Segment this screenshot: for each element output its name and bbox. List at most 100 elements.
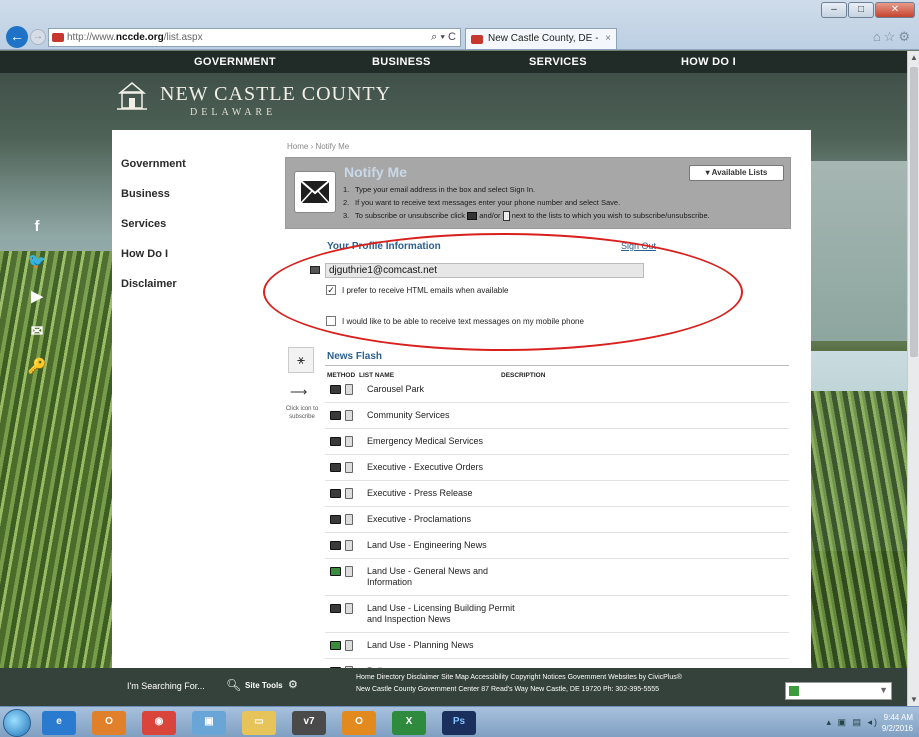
nav-services[interactable]: SERVICES [529,56,587,68]
scroll-up-icon[interactable]: ▲ [910,53,918,62]
leftnav-disclaimer[interactable]: Disclaimer [121,278,186,290]
tab-close-icon[interactable]: × [605,29,611,49]
email-subscribe-icon[interactable] [330,541,341,550]
scroll-down-icon[interactable]: ▼ [910,695,918,704]
key-icon[interactable]: 🔑 [28,358,47,376]
email-method-icon [467,212,478,221]
start-button[interactable] [3,709,31,737]
leftnav-services[interactable]: Services [121,218,186,230]
leftnav-how-do-i[interactable]: How Do I [121,248,186,260]
notify-title: Notify Me [344,164,407,180]
email-subscribe-icon[interactable] [330,641,341,650]
step-3c: next to the lists to which you wish to s… [511,211,710,220]
sms-subscribe-icon[interactable] [345,514,353,525]
folder-taskbar-icon[interactable]: ▭ [242,711,276,735]
minimize-button[interactable]: – [821,2,847,18]
breadcrumb[interactable]: Home › Notify Me [287,142,349,151]
list-item: Emergency Medical Services [325,429,789,455]
close-window-button[interactable]: ✕ [875,2,915,18]
nav-government[interactable]: GOVERNMENT [194,56,276,68]
back-button[interactable]: ← [6,26,28,48]
footer-links[interactable]: Home Directory Disclaimer Site Map Acces… [356,674,682,681]
list-name[interactable]: Executive - Press Release [367,488,532,499]
list-name[interactable]: Executive - Executive Orders [367,462,532,473]
search-icon[interactable]: 🔍︎ [226,678,241,692]
email-subscribe-icon[interactable] [330,515,341,524]
sms-subscribe-icon[interactable] [345,566,353,577]
sms-subscribe-icon[interactable] [345,603,353,614]
url-domain: nccde.org [115,32,164,43]
address-bar[interactable]: http://www.nccde.org/list.aspx ⌕ ▾ C [48,28,461,47]
email-icon[interactable]: ✉ [31,323,44,341]
gear-icon[interactable]: ⚙ [288,678,298,691]
search-refresh-controls[interactable]: ⌕ ▾ C [431,29,456,46]
v7-taskbar-icon[interactable]: v7 [292,711,326,735]
sms-subscribe-icon[interactable] [345,462,353,473]
nav-how-do-i[interactable]: HOW DO I [681,56,736,68]
list-name[interactable]: Executive - Proclamations [367,514,532,525]
site-tools-button[interactable]: Site Tools [245,681,283,690]
forward-button[interactable]: → [30,29,46,45]
chrome-taskbar-icon[interactable]: ◉ [142,711,176,735]
scroll-thumb[interactable] [910,67,918,357]
red-annotation-oval [263,233,743,351]
sms-subscribe-icon[interactable] [345,410,353,421]
email-subscribe-icon[interactable] [330,385,341,394]
leftnav-business[interactable]: Business [121,188,186,200]
list-name[interactable]: Carousel Park [367,384,532,395]
vertical-scrollbar[interactable]: ▲ ▼ [907,51,919,706]
news-list: Carousel Park Community Services Emergency… [325,377,789,670]
sms-subscribe-icon[interactable] [345,540,353,551]
list-item: Land Use - Engineering News [325,533,789,559]
footer-address: New Castle County Government Center 87 R… [356,686,660,693]
email-subscribe-icon[interactable] [330,463,341,472]
searching-input[interactable]: I'm Searching For... [127,681,205,691]
sms-subscribe-icon[interactable] [345,640,353,651]
ie-taskbar-icon[interactable]: e [42,711,76,735]
browser-tab[interactable]: New Castle County, DE - O... × [465,28,617,64]
nav-business[interactable]: BUSINESS [372,56,431,68]
list-item: Land Use - Licensing Building Permit and… [325,596,789,633]
sms-subscribe-icon[interactable] [345,384,353,395]
excel-taskbar-icon[interactable]: X [392,711,426,735]
browser-toolbar: – □ ✕ ← → http://www.nccde.org/list.aspx… [0,0,919,64]
email-subscribe-icon[interactable] [330,437,341,446]
available-lists-button[interactable]: ▾ Available Lists [689,165,784,181]
clock[interactable]: 9:44 AM 9/2/2016 [882,712,913,734]
divider [325,365,789,366]
system-tray-icons[interactable]: ▴ ▣ ▤ ◂) [826,717,879,728]
logo-title[interactable]: NEW CASTLE COUNTY [160,83,391,106]
list-name[interactable]: Land Use - Licensing Building Permit and… [367,603,532,625]
available-lists-label: Available Lists [711,168,768,177]
grass-left [0,251,115,668]
tab-favicon-icon [471,35,483,44]
orange-app-taskbar-icon[interactable]: O [92,711,126,735]
list-name[interactable]: Land Use - General News and Information [367,566,532,588]
sms-subscribe-icon[interactable] [345,436,353,447]
twitter-icon[interactable]: 🐦 [28,253,47,271]
list-name[interactable]: Community Services [367,410,532,421]
list-name[interactable]: Land Use - Planning News [367,640,532,651]
sms-subscribe-icon[interactable] [345,488,353,499]
window-controls: – □ ✕ [821,2,915,18]
step-3a: To subscribe or unsubscribe click [355,211,466,220]
list-item: Land Use - General News and Information [325,559,789,596]
leftnav-government[interactable]: Government [121,158,186,170]
translate-select[interactable]: ▼ [785,682,892,700]
translate-icon [789,686,799,696]
facebook-icon[interactable]: f [35,218,40,236]
county-seal-icon[interactable] [117,80,147,112]
email-subscribe-icon[interactable] [330,604,341,613]
email-subscribe-icon[interactable] [330,411,341,420]
list-item: Land Use - Planning News [325,633,789,659]
email-subscribe-icon[interactable] [330,489,341,498]
paint-taskbar-icon[interactable]: ▣ [192,711,226,735]
list-name[interactable]: Emergency Medical Services [367,436,532,447]
list-name[interactable]: Land Use - Engineering News [367,540,532,551]
maximize-button[interactable]: □ [848,2,874,18]
home-favorites-settings-icons[interactable]: ⌂☆⚙ [873,29,913,45]
photoshop-taskbar-icon[interactable]: Ps [442,711,476,735]
youtube-icon[interactable]: ▶ [31,288,43,306]
email-subscribe-icon[interactable] [330,567,341,576]
outlook-taskbar-icon[interactable]: O [342,711,376,735]
